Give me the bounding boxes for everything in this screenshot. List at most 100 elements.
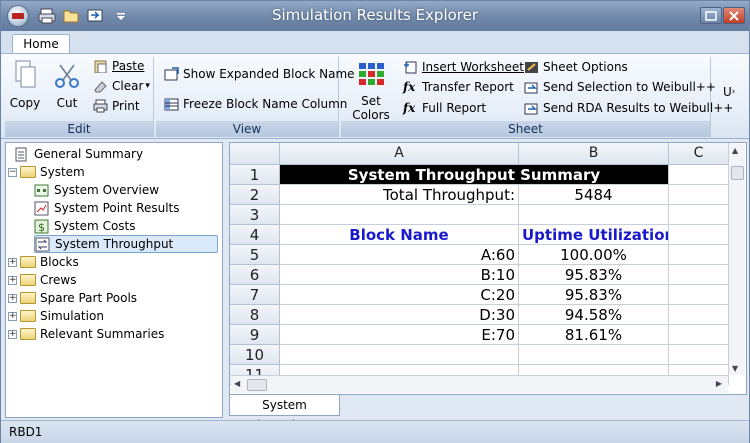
- paste-button[interactable]: Paste: [93, 59, 144, 74]
- column-header-b[interactable]: B: [519, 143, 669, 165]
- utilization-cell[interactable]: 95.83%: [519, 265, 669, 285]
- send-icon: [524, 80, 539, 94]
- cell-a3[interactable]: [280, 205, 519, 225]
- cell-c6[interactable]: [669, 265, 729, 285]
- summary-title-cell[interactable]: System Throughput Summary: [280, 165, 669, 185]
- row-header[interactable]: 1: [230, 165, 280, 185]
- dollar-icon: $: [34, 219, 49, 234]
- utilization-cell[interactable]: 100.00%: [519, 245, 669, 265]
- set-colors-button[interactable]: Set Colors: [343, 59, 399, 122]
- tree-item-crews[interactable]: + Crews: [8, 271, 77, 289]
- print-button[interactable]: Print: [93, 99, 140, 113]
- tree-item-blocks[interactable]: + Blocks: [8, 253, 79, 271]
- expand-icon[interactable]: +: [8, 329, 17, 339]
- row-header[interactable]: 10: [230, 345, 280, 365]
- total-throughput-value-cell[interactable]: 5484: [519, 185, 669, 205]
- scroll-up-icon[interactable]: ▲: [732, 146, 738, 155]
- cell-c9[interactable]: [669, 325, 729, 345]
- send-rda-label: Send RDA Results to Weibull++: [543, 101, 734, 115]
- row-header[interactable]: 9: [230, 325, 280, 345]
- select-all-corner[interactable]: [230, 143, 280, 165]
- row-header[interactable]: 5: [230, 245, 280, 265]
- tab-home[interactable]: Home: [12, 34, 70, 55]
- tree-item-general-summary[interactable]: General Summary: [14, 145, 143, 163]
- row-header[interactable]: 7: [230, 285, 280, 305]
- expand-icon[interactable]: +: [8, 311, 17, 321]
- cell-c2[interactable]: [669, 185, 729, 205]
- tree-item-system-point-results[interactable]: System Point Results: [34, 199, 180, 217]
- paste-icon: [93, 59, 108, 74]
- row-header[interactable]: 2: [230, 185, 280, 205]
- expand-icon[interactable]: +: [8, 257, 17, 267]
- horizontal-scroll-thumb[interactable]: [247, 379, 267, 391]
- block-name-cell[interactable]: A:60: [280, 245, 519, 265]
- tree-item-simulation[interactable]: + Simulation: [8, 307, 104, 325]
- maximize-button[interactable]: [700, 7, 722, 24]
- cell-b3[interactable]: [519, 205, 669, 225]
- cut-button[interactable]: Cut: [50, 59, 84, 119]
- expand-icon[interactable]: +: [8, 275, 17, 285]
- tree-item-relevant-summaries[interactable]: + Relevant Summaries: [8, 325, 164, 343]
- row-header[interactable]: 6: [230, 265, 280, 285]
- cell-b10[interactable]: [519, 345, 669, 365]
- show-expanded-block-name-button[interactable]: Show Expanded Block Name: [164, 67, 355, 81]
- clear-button[interactable]: Clear ▾: [93, 79, 150, 93]
- expand-view-icon: [164, 67, 179, 81]
- block-name-cell[interactable]: E:70: [280, 325, 519, 345]
- tree-item-system-costs[interactable]: $ System Costs: [34, 217, 136, 235]
- block-name-cell[interactable]: C:20: [280, 285, 519, 305]
- utilization-cell[interactable]: 95.83%: [519, 285, 669, 305]
- cell-c7[interactable]: [669, 285, 729, 305]
- transfer-report-button[interactable]: fx Transfer Report: [403, 80, 514, 94]
- scroll-left-icon[interactable]: ◀: [234, 379, 240, 388]
- folder-icon: [20, 256, 36, 268]
- tree-item-system[interactable]: − System: [8, 163, 85, 181]
- folder-icon: [20, 310, 36, 322]
- block-name-cell[interactable]: B:10: [280, 265, 519, 285]
- freeze-block-name-column-button[interactable]: Freeze Block Name Column: [164, 97, 347, 111]
- cell-c8[interactable]: [669, 305, 729, 325]
- sheet-options-button[interactable]: Sheet Options: [524, 60, 628, 74]
- sheet-group: Set Colors Insert Worksheet fx Transfer …: [341, 57, 733, 137]
- close-button[interactable]: [723, 7, 745, 24]
- cell-c1[interactable]: [669, 165, 729, 185]
- send-selection-button[interactable]: Send Selection to Weibull++: [524, 80, 716, 94]
- scroll-down-icon[interactable]: ▼: [732, 364, 738, 373]
- block-name-cell[interactable]: D:30: [280, 305, 519, 325]
- scroll-right-icon[interactable]: ▶: [716, 379, 722, 388]
- sheet-tab-system-throughput[interactable]: System Throughput: [229, 395, 340, 432]
- utilization-cell[interactable]: 94.58%: [519, 305, 669, 325]
- row-header[interactable]: 8: [230, 305, 280, 325]
- insert-worksheet-button[interactable]: Insert Worksheet: [403, 60, 524, 74]
- vertical-scroll-thumb[interactable]: [731, 166, 744, 180]
- total-throughput-label-cell[interactable]: Total Throughput:: [280, 185, 519, 205]
- app-window: Simulation Results Explorer Home Copy Cu…: [0, 0, 750, 443]
- horizontal-scrollbar[interactable]: ◀ ▶: [231, 375, 728, 393]
- cell-c4[interactable]: [669, 225, 729, 245]
- title-bar[interactable]: Simulation Results Explorer: [1, 1, 749, 31]
- utilization-cell[interactable]: 81.61%: [519, 325, 669, 345]
- uptime-utilization-header-cell[interactable]: Uptime Utilization: [519, 225, 669, 245]
- overflow-label: U ›: [723, 85, 736, 99]
- color-grid-icon: [359, 63, 384, 85]
- column-header-a[interactable]: A: [280, 143, 519, 165]
- row-header[interactable]: 3: [230, 205, 280, 225]
- cell-c5[interactable]: [669, 245, 729, 265]
- row-header[interactable]: 4: [230, 225, 280, 245]
- block-name-header-cell[interactable]: Block Name: [280, 225, 519, 245]
- expand-icon[interactable]: +: [8, 293, 17, 303]
- full-report-button[interactable]: fx Full Report: [403, 101, 486, 115]
- sheet-options-icon: [524, 60, 539, 74]
- copy-button[interactable]: Copy: [8, 59, 42, 119]
- column-header-c[interactable]: C: [669, 143, 729, 165]
- tree-item-system-throughput[interactable]: System Throughput: [34, 235, 218, 253]
- cell-a10[interactable]: [280, 345, 519, 365]
- vertical-scrollbar[interactable]: ▲ ▼: [728, 144, 745, 375]
- cell-c10[interactable]: [669, 345, 729, 365]
- collapse-icon[interactable]: −: [8, 167, 17, 177]
- tree-item-spare-part-pools[interactable]: + Spare Part Pools: [8, 289, 137, 307]
- cell-c3[interactable]: [669, 205, 729, 225]
- send-rda-button[interactable]: Send RDA Results to Weibull++: [524, 101, 733, 115]
- ribbon-overflow-group[interactable]: U ›: [713, 57, 747, 137]
- tree-item-system-overview[interactable]: System Overview: [34, 181, 159, 199]
